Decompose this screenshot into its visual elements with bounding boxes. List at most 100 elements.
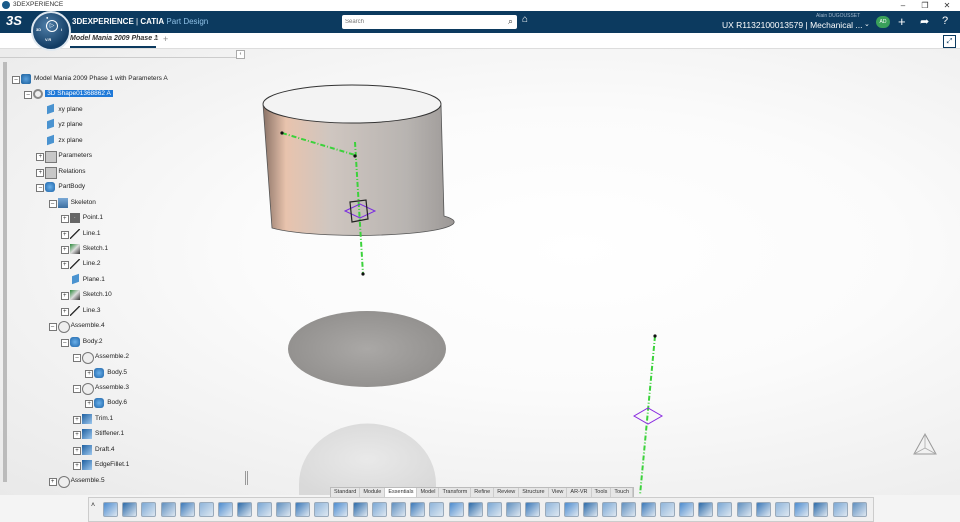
rib-icon[interactable]	[371, 502, 387, 517]
copy-icon[interactable]	[122, 502, 138, 517]
close-button[interactable]: ✕	[937, 0, 957, 11]
tab-transform[interactable]: Transform	[439, 488, 472, 497]
plane-icon[interactable]	[275, 502, 291, 517]
paste-icon[interactable]	[141, 502, 157, 517]
tab-review[interactable]: Review	[494, 488, 520, 497]
tag-icon[interactable]: ⌂	[522, 14, 528, 25]
compass-north-icon[interactable]: ●	[46, 15, 48, 20]
tab-structure[interactable]: Structure	[519, 488, 549, 497]
3d-compass-icon[interactable]	[912, 432, 938, 458]
tab-ar-vr[interactable]: AR-VR	[567, 488, 592, 497]
expand-node-icon[interactable]: +	[36, 153, 45, 162]
chevron-up-icon[interactable]: ˄	[89, 502, 97, 515]
groove-icon[interactable]	[352, 502, 368, 517]
hole-icon[interactable]	[410, 502, 426, 517]
body-icon[interactable]	[659, 502, 675, 517]
collab-space-label[interactable]: UX R1132100013579 | Mechanical ...	[722, 20, 863, 30]
play-icon[interactable]: ▷	[46, 20, 58, 32]
expand-node-icon[interactable]: +	[85, 369, 94, 378]
expand-node-icon[interactable]: +	[60, 245, 69, 254]
save-icon[interactable]	[851, 502, 867, 517]
expand-node-icon[interactable]: +	[60, 230, 69, 239]
collapse-node-icon[interactable]: –	[48, 323, 57, 332]
collapse-node-icon[interactable]: –	[24, 91, 33, 100]
thickness-icon[interactable]	[506, 502, 522, 517]
cut-icon[interactable]	[103, 502, 118, 517]
chevron-down-icon[interactable]: ⌄	[864, 20, 870, 28]
expand-icon[interactable]: ⤢	[943, 35, 956, 48]
tree-resize-handle[interactable]	[245, 471, 248, 485]
split-icon[interactable]	[698, 502, 714, 517]
pocket-icon[interactable]	[314, 502, 330, 517]
pattern-icon[interactable]	[563, 502, 579, 517]
expand-node-icon[interactable]: +	[73, 431, 81, 440]
collapse-tree-icon[interactable]: ‹	[236, 50, 245, 59]
tab-refine[interactable]: Refine	[471, 488, 495, 497]
maximize-button[interactable]: ❐	[915, 0, 935, 11]
thickness-surface-icon[interactable]	[717, 502, 733, 517]
collapse-node-icon[interactable]: –	[12, 76, 20, 84]
trim-icon[interactable]	[679, 502, 694, 517]
collapse-node-icon[interactable]: –	[60, 338, 69, 347]
stiffener-icon[interactable]	[525, 502, 541, 517]
search-icon[interactable]: ⌕	[508, 16, 513, 27]
line-icon[interactable]	[256, 502, 272, 517]
tab-touch[interactable]: Touch	[611, 488, 634, 497]
compass-widget[interactable]: ● 3D i ▷ V.R	[31, 11, 71, 51]
chamfer-icon[interactable]	[448, 502, 464, 517]
tab-model[interactable]: Model	[417, 488, 440, 497]
help-icon[interactable]: ?	[942, 15, 948, 27]
rotate-icon[interactable]	[794, 502, 810, 517]
expand-node-icon[interactable]: +	[48, 477, 57, 486]
scale-icon[interactable]	[813, 502, 829, 517]
part-icon[interactable]	[218, 502, 234, 517]
expand-node-icon[interactable]: +	[60, 215, 69, 224]
share-icon[interactable]: ➦	[920, 15, 929, 28]
fillet-icon[interactable]	[429, 502, 445, 517]
shaft-icon[interactable]	[333, 502, 349, 517]
search-box[interactable]: ⌕	[342, 15, 517, 29]
expand-node-icon[interactable]: +	[73, 462, 81, 471]
tab-module[interactable]: Module	[360, 488, 386, 497]
tab-standard[interactable]: Standard	[331, 488, 361, 497]
collapse-node-icon[interactable]: –	[73, 354, 81, 363]
point-icon[interactable]	[237, 502, 253, 517]
measure-icon[interactable]	[583, 502, 598, 517]
expand-node-icon[interactable]: +	[60, 307, 69, 316]
add-icon[interactable]: +	[898, 14, 906, 29]
expand-node-icon[interactable]: +	[85, 400, 94, 409]
search-input[interactable]	[345, 17, 495, 26]
remove-icon[interactable]	[640, 502, 656, 517]
tab-view[interactable]: View	[549, 488, 568, 497]
compass-west-icon[interactable]: 3D	[36, 27, 41, 32]
translate-icon[interactable]	[775, 502, 790, 517]
3d-viewport[interactable]	[0, 49, 960, 495]
assemble-icon[interactable]	[621, 502, 637, 517]
boolean-icon[interactable]	[602, 502, 618, 517]
pad-icon[interactable]	[295, 502, 310, 517]
affinity-icon[interactable]	[832, 502, 848, 517]
minimize-button[interactable]: –	[893, 0, 913, 11]
close-surface-icon[interactable]	[736, 502, 752, 517]
collapse-node-icon[interactable]: –	[48, 199, 57, 208]
collapse-node-icon[interactable]: –	[36, 184, 45, 193]
tree-scrollbar[interactable]	[3, 62, 7, 482]
collapse-node-icon[interactable]: –	[73, 385, 81, 393]
tab-essentials[interactable]: Essentials	[385, 488, 418, 497]
draft-icon[interactable]	[467, 502, 483, 517]
tab-close-icon[interactable]: x	[155, 35, 159, 42]
sketch-icon[interactable]	[199, 502, 214, 517]
3ds-logo-icon[interactable]: 3S	[6, 13, 22, 28]
expand-node-icon[interactable]: +	[36, 168, 45, 177]
expand-node-icon[interactable]: +	[60, 261, 69, 270]
expand-node-icon[interactable]: +	[60, 292, 69, 301]
model-geometry[interactable]	[0, 49, 960, 495]
shell-icon[interactable]	[487, 502, 502, 517]
compass-east-icon[interactable]: i	[61, 27, 62, 32]
mirror-icon[interactable]	[544, 502, 560, 517]
tab-tools[interactable]: Tools	[592, 488, 612, 497]
tab-model-mania[interactable]: Model Mania 2009 Phase 1	[70, 35, 158, 42]
avatar[interactable]: AD	[876, 16, 890, 28]
update-icon[interactable]	[179, 502, 195, 517]
add-tab-icon[interactable]: +	[163, 34, 168, 44]
